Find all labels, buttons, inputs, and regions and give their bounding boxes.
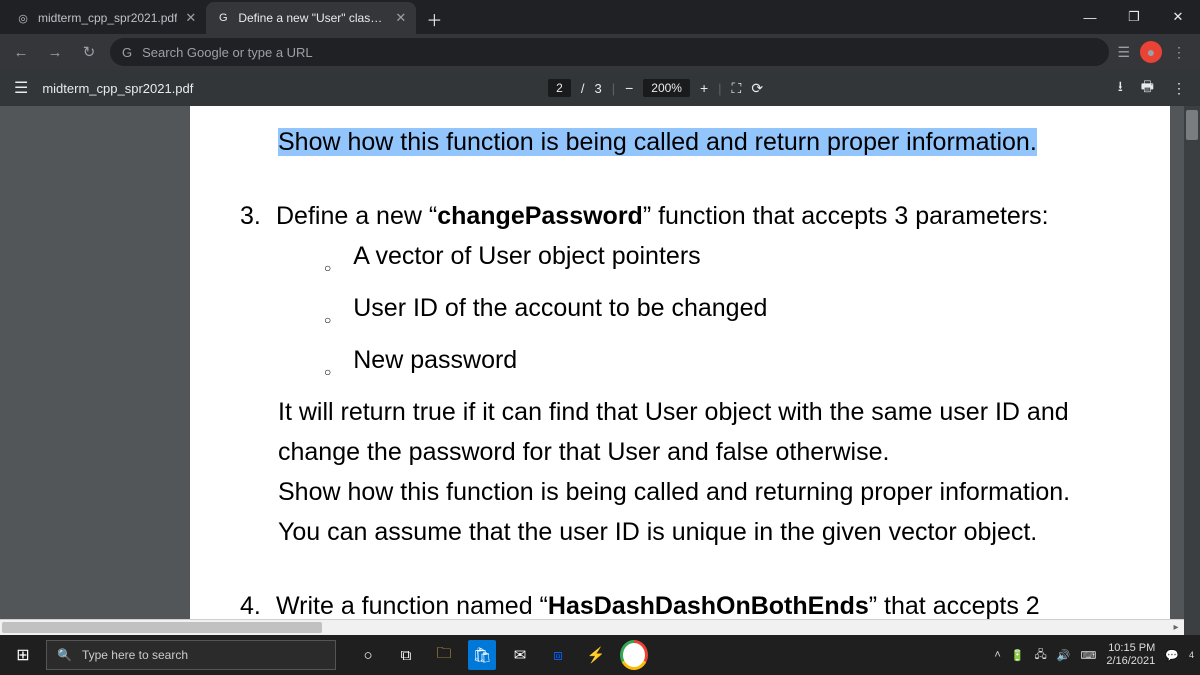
tab-title: Define a new "User" class that co xyxy=(238,11,387,25)
pdf-doc-name: midterm_cpp_spr2021.pdf xyxy=(42,81,193,96)
dropbox-icon[interactable]: ⧈ xyxy=(544,640,572,670)
scroll-right-icon[interactable]: ▸ xyxy=(1168,620,1184,635)
highlighted-line: Show how this function is being called a… xyxy=(240,122,1120,162)
power-icon[interactable]: ⚡ xyxy=(582,640,610,670)
divider: | xyxy=(612,81,615,96)
zoom-level-input[interactable]: 200% xyxy=(643,79,690,97)
pdf-toolbar: ☰ midterm_cpp_spr2021.pdf 2 / 3 | − 200%… xyxy=(0,70,1200,106)
page-current-input[interactable]: 2 xyxy=(548,79,571,97)
cortana-icon[interactable]: ○ xyxy=(354,640,382,670)
start-button[interactable]: ⊞ xyxy=(0,635,46,675)
pdf-viewport: Show how this function is being called a… xyxy=(0,106,1200,635)
question-3-header: 3.Define a new “changePassword” function… xyxy=(240,196,1120,236)
back-icon[interactable]: ← xyxy=(8,39,34,65)
volume-icon[interactable]: 🔊 xyxy=(1057,649,1071,662)
vertical-scrollbar[interactable] xyxy=(1184,106,1200,635)
page-separator: / xyxy=(581,81,585,96)
battery-icon[interactable]: 🔋 xyxy=(1011,649,1025,662)
q3-paragraph-3: You can assume that the user ID is uniqu… xyxy=(240,512,1120,552)
ms-tiles-icon[interactable] xyxy=(658,640,686,670)
horizontal-scrollbar[interactable]: ◂ ▸ xyxy=(0,619,1184,635)
browser-tab-strip: ◎ midterm_cpp_spr2021.pdf ✕ G Define a n… xyxy=(0,0,1200,34)
more-icon[interactable]: ⋮ xyxy=(1172,80,1186,97)
network-icon[interactable]: 🖧 xyxy=(1034,646,1046,665)
divider: | xyxy=(718,81,721,96)
ms-store-icon[interactable]: 🛍 xyxy=(468,640,496,670)
chrome-icon[interactable] xyxy=(620,640,648,670)
q3-bullet-3: ○New password xyxy=(240,340,1120,392)
q3-bullet-2: ○User ID of the account to be changed xyxy=(240,288,1120,340)
pdf-favicon-icon: ◎ xyxy=(16,11,30,25)
zoom-in-icon[interactable]: + xyxy=(700,80,708,96)
scroll-thumb[interactable] xyxy=(2,622,322,633)
taskbar-search-placeholder: Type here to search xyxy=(82,648,188,662)
google-favicon-icon: G xyxy=(216,11,230,25)
clock[interactable]: 10:15 PM 2/16/2021 xyxy=(1106,642,1155,668)
reading-list-icon[interactable]: ☰ xyxy=(1117,44,1130,61)
scroll-thumb[interactable] xyxy=(1186,110,1198,140)
window-controls: — ❐ ✕ xyxy=(1068,0,1200,34)
close-icon[interactable]: ✕ xyxy=(185,10,196,26)
omnibox[interactable]: G Search Google or type a URL xyxy=(110,38,1109,66)
profile-avatar-icon[interactable]: ● xyxy=(1140,41,1162,63)
taskbar-search[interactable]: 🔍 Type here to search xyxy=(46,640,336,670)
download-icon[interactable]: ⭳ xyxy=(1118,76,1123,100)
tab-title: midterm_cpp_spr2021.pdf xyxy=(38,11,177,25)
rotate-icon[interactable]: ⟳ xyxy=(751,80,763,97)
tab-search[interactable]: G Define a new "User" class that co ✕ xyxy=(206,2,416,34)
reload-icon[interactable]: ↻ xyxy=(76,39,102,65)
pdf-page: Show how this function is being called a… xyxy=(190,106,1170,635)
tray-date: 2/16/2021 xyxy=(1106,655,1155,668)
task-view-icon[interactable]: ⧉ xyxy=(392,640,420,670)
minimize-icon[interactable]: — xyxy=(1068,0,1112,34)
ime-icon[interactable]: ⌨ xyxy=(1080,649,1096,662)
tray-time: 10:15 PM xyxy=(1106,642,1155,655)
hamburger-icon[interactable]: ☰ xyxy=(14,78,28,98)
tab-pdf[interactable]: ◎ midterm_cpp_spr2021.pdf ✕ xyxy=(6,2,206,34)
page-total: 3 xyxy=(594,81,601,96)
search-icon: 🔍 xyxy=(57,648,72,662)
window-close-icon[interactable]: ✕ xyxy=(1156,0,1200,34)
address-bar-row: ← → ↻ G Search Google or type a URL ☰ ● … xyxy=(0,34,1200,70)
mail-icon[interactable]: ✉ xyxy=(506,640,534,670)
close-icon[interactable]: ✕ xyxy=(395,10,406,26)
search-icon: G xyxy=(122,45,132,60)
system-tray: ˄ 🔋 🖧 🔊 ⌨ 10:15 PM 2/16/2021 💬 4 xyxy=(994,642,1200,668)
new-tab-button[interactable]: ＋ xyxy=(416,4,452,34)
forward-icon[interactable]: → xyxy=(42,39,68,65)
taskbar-app-icons: ○ ⧉ 🗀 🛍 ✉ ⧈ ⚡ xyxy=(344,640,686,670)
extension-icons: ☰ ● ⋮ xyxy=(1117,41,1192,63)
q3-paragraph-1: It will return true if it can find that … xyxy=(240,392,1120,472)
notification-count: 4 xyxy=(1189,650,1194,660)
tray-chevron-icon[interactable]: ˄ xyxy=(994,649,1000,661)
file-explorer-icon[interactable]: 🗀 xyxy=(430,640,458,670)
kebab-menu-icon[interactable]: ⋮ xyxy=(1172,44,1186,61)
zoom-out-icon[interactable]: − xyxy=(625,80,633,96)
notifications-icon[interactable]: 💬 xyxy=(1165,649,1179,662)
fit-page-icon[interactable]: ⛶ xyxy=(732,80,742,97)
windows-taskbar: ⊞ 🔍 Type here to search ○ ⧉ 🗀 🛍 ✉ ⧈ ⚡ ˄ … xyxy=(0,635,1200,675)
print-icon[interactable]: 🖶 xyxy=(1141,76,1154,100)
q3-paragraph-2: Show how this function is being called a… xyxy=(240,472,1120,512)
maximize-icon[interactable]: ❐ xyxy=(1112,0,1156,34)
q3-bullet-1: ○A vector of User object pointers xyxy=(240,236,1120,288)
omnibox-placeholder: Search Google or type a URL xyxy=(142,45,313,60)
